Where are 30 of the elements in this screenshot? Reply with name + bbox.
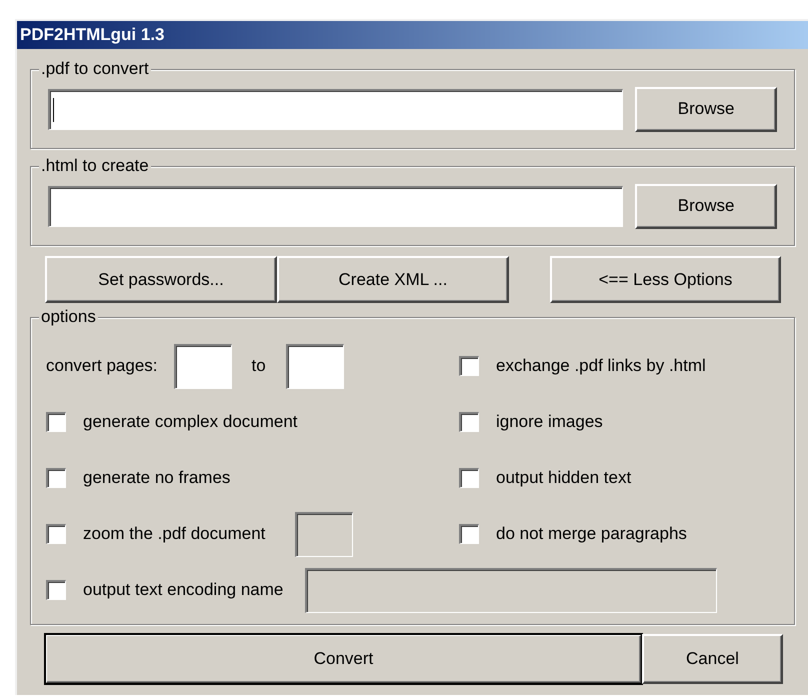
checkbox-label: exchange .pdf links by .html bbox=[496, 355, 706, 378]
to-label: to bbox=[252, 355, 266, 378]
checkbox-label: generate no frames bbox=[83, 467, 230, 490]
checkbox-label: output hidden text bbox=[496, 467, 632, 490]
less-options-button[interactable]: <== Less Options bbox=[550, 256, 781, 303]
checkbox-label: ignore images bbox=[496, 411, 603, 434]
checkbox[interactable] bbox=[459, 524, 479, 544]
convert-button[interactable]: Convert bbox=[45, 634, 642, 684]
page-from-field[interactable] bbox=[174, 344, 232, 388]
file-path-field[interactable] bbox=[48, 186, 624, 226]
checkbox[interactable] bbox=[459, 468, 479, 488]
checkbox[interactable] bbox=[46, 524, 66, 544]
checkbox[interactable] bbox=[459, 356, 479, 376]
cancel-button[interactable]: Cancel bbox=[642, 634, 783, 684]
checkbox-label: output text encoding name bbox=[83, 579, 284, 602]
browse-button[interactable]: Browse bbox=[635, 86, 777, 132]
checkbox[interactable] bbox=[46, 412, 66, 432]
set-passwords-button[interactable]: Set passwords... bbox=[45, 256, 277, 303]
checkbox[interactable] bbox=[459, 412, 479, 432]
checkbox[interactable] bbox=[46, 468, 66, 488]
window-title: PDF2HTMLgui 1.3 bbox=[17, 21, 808, 49]
checkbox-label: do not merge paragraphs bbox=[496, 523, 687, 546]
convert-pages-label: convert pages: bbox=[46, 355, 158, 378]
checkbox[interactable] bbox=[46, 580, 66, 600]
checkbox-label: generate complex document bbox=[83, 411, 298, 434]
file-path-field[interactable] bbox=[48, 88, 624, 130]
page-to-field[interactable] bbox=[286, 344, 344, 388]
browse-button[interactable]: Browse bbox=[635, 184, 777, 228]
checkbox-label: zoom the .pdf document bbox=[83, 523, 266, 546]
create-xml-button[interactable]: Create XML ... bbox=[277, 256, 509, 303]
